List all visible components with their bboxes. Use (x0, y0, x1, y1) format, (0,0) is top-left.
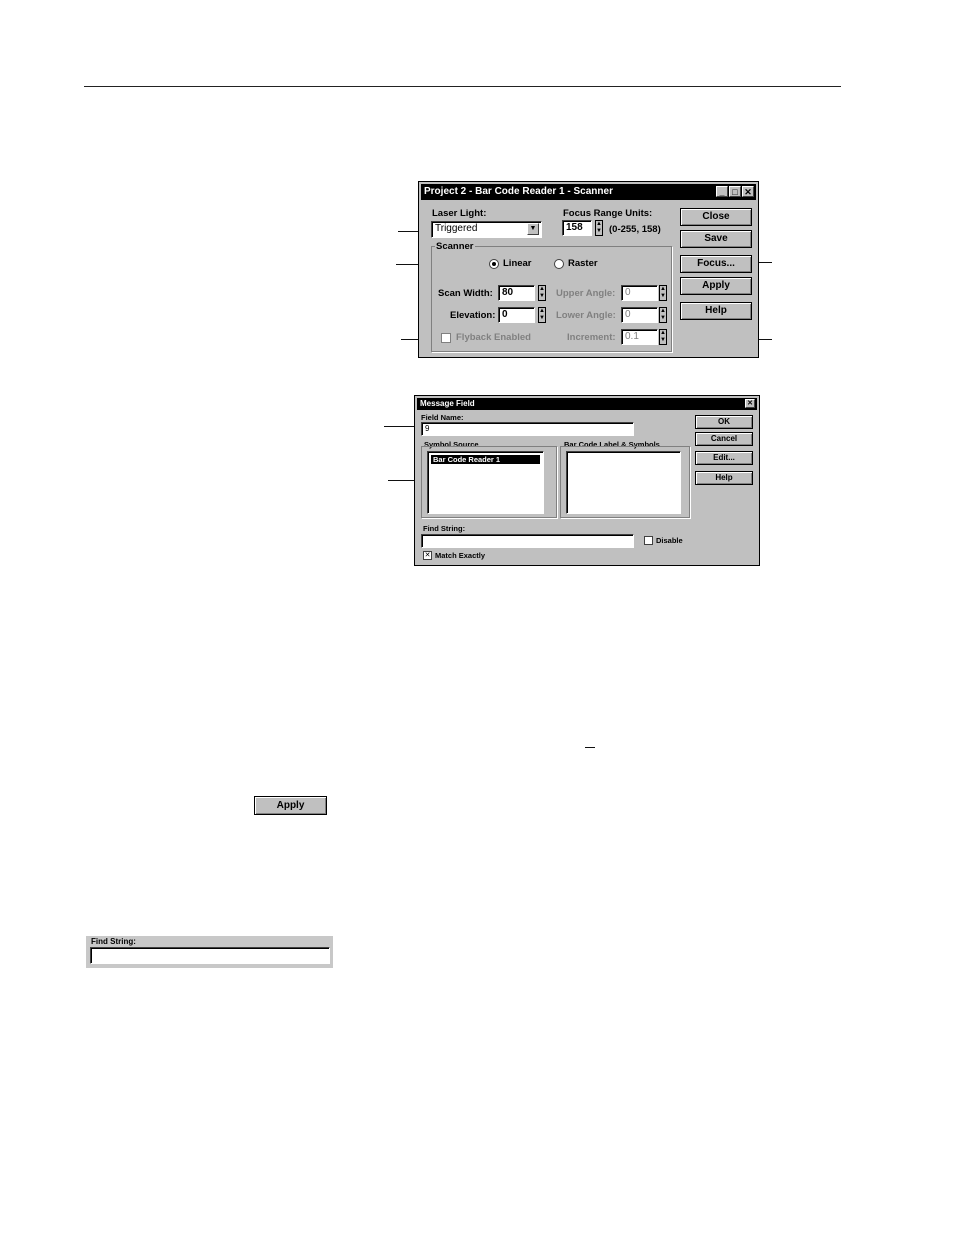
lower-angle-label: Lower Angle: (556, 310, 616, 321)
spin-down-icon[interactable]: ▼ (596, 228, 602, 234)
match-exactly-checkbox[interactable]: ✕ (423, 551, 432, 560)
elevation-label: Elevation: (450, 310, 496, 321)
disable-checkbox[interactable] (644, 536, 653, 545)
message-dialog-titlebar: Message Field ✕ (417, 398, 757, 410)
field-name-input[interactable]: 9 (421, 422, 634, 436)
scanner-group-label: Scanner (435, 241, 475, 252)
spin-up-icon[interactable]: ▲ (539, 308, 545, 314)
find-string-figure-input[interactable] (90, 947, 330, 964)
focus-range-hint: (0-255, 158) (609, 224, 661, 235)
spin-down-icon[interactable]: ▼ (660, 293, 666, 299)
upper-angle-spinner[interactable]: ▲ ▼ (659, 285, 667, 301)
raster-radio[interactable] (554, 259, 564, 269)
close-icon[interactable]: ✕ (745, 399, 755, 408)
increment-spinner[interactable]: ▲ ▼ (659, 329, 667, 345)
spin-up-icon[interactable]: ▲ (660, 286, 666, 292)
apply-button[interactable]: Apply (680, 277, 752, 295)
linear-radio[interactable] (489, 259, 499, 269)
focus-button[interactable]: Focus... (680, 255, 752, 273)
message-dialog-title: Message Field (420, 399, 475, 408)
bar-code-label-list[interactable] (566, 451, 681, 514)
spin-up-icon[interactable]: ▲ (660, 330, 666, 336)
spin-up-icon[interactable]: ▲ (539, 286, 545, 292)
focus-range-spinner[interactable]: ▲ ▼ (595, 220, 603, 236)
scan-width-spinner[interactable]: ▲ ▼ (538, 285, 546, 301)
help-button[interactable]: Help (695, 471, 753, 485)
scanner-dialog: Project 2 - Bar Code Reader 1 - Scanner … (418, 181, 759, 358)
find-string-input[interactable] (421, 534, 634, 548)
spin-up-icon[interactable]: ▲ (660, 308, 666, 314)
flyback-label: Flyback Enabled (456, 332, 531, 343)
header-rule (84, 86, 841, 87)
maximize-icon[interactable]: □ (729, 186, 741, 197)
find-string-figure-label: Find String: (91, 937, 136, 946)
spin-down-icon[interactable]: ▼ (660, 315, 666, 321)
cancel-button[interactable]: Cancel (695, 432, 753, 446)
edit-button[interactable]: Edit... (695, 451, 753, 465)
upper-angle-label: Upper Angle: (556, 288, 616, 299)
inline-dash (585, 747, 595, 748)
apply-button-figure[interactable]: Apply (254, 796, 327, 815)
scan-width-label: Scan Width: (438, 288, 493, 299)
match-exactly-label: Match Exactly (435, 551, 486, 560)
field-name-label: Field Name: (421, 413, 464, 422)
linear-label: Linear (503, 258, 532, 269)
increment-input[interactable]: 0.1 (621, 329, 658, 345)
increment-label: Increment: (567, 332, 616, 343)
scanner-dialog-title: Project 2 - Bar Code Reader 1 - Scanner (424, 186, 613, 197)
spin-down-icon[interactable]: ▼ (539, 293, 545, 299)
focus-range-input[interactable]: 158 (562, 220, 592, 236)
raster-label: Raster (568, 258, 598, 269)
help-button[interactable]: Help (680, 302, 752, 320)
flyback-checkbox[interactable] (441, 333, 451, 343)
minimize-icon[interactable]: _ (716, 186, 728, 197)
elevation-input[interactable]: 0 (498, 307, 535, 323)
scanner-dialog-titlebar: Project 2 - Bar Code Reader 1 - Scanner … (421, 184, 756, 200)
save-button[interactable]: Save (680, 230, 752, 248)
laser-light-label: Laser Light: (432, 208, 487, 219)
disable-label: Disable (656, 536, 683, 545)
ok-button[interactable]: OK (695, 415, 753, 429)
lower-angle-input[interactable]: 0 (621, 307, 658, 323)
find-string-label: Find String: (423, 524, 466, 533)
lower-angle-spinner[interactable]: ▲ ▼ (659, 307, 667, 323)
close-button[interactable]: Close (680, 208, 752, 226)
focus-range-label: Focus Range Units: (563, 208, 653, 219)
close-icon[interactable]: ✕ (742, 186, 754, 197)
elevation-spinner[interactable]: ▲ ▼ (538, 307, 546, 323)
laser-light-combo[interactable]: Triggered ▼ (431, 221, 542, 238)
find-string-figure: Find String: (86, 936, 333, 968)
spin-up-icon[interactable]: ▲ (596, 221, 602, 227)
combo-arrow-icon[interactable]: ▼ (527, 223, 539, 235)
spin-down-icon[interactable]: ▼ (660, 337, 666, 343)
symbol-source-item[interactable]: Bar Code Reader 1 (431, 455, 540, 464)
upper-angle-input[interactable]: 0 (621, 285, 658, 301)
symbol-source-list[interactable]: Bar Code Reader 1 (427, 451, 544, 514)
spin-down-icon[interactable]: ▼ (539, 315, 545, 321)
message-field-dialog: Message Field ✕ Field Name: 9 Symbol Sou… (414, 395, 760, 566)
laser-light-value: Triggered (435, 223, 478, 234)
scan-width-input[interactable]: 80 (498, 285, 535, 301)
